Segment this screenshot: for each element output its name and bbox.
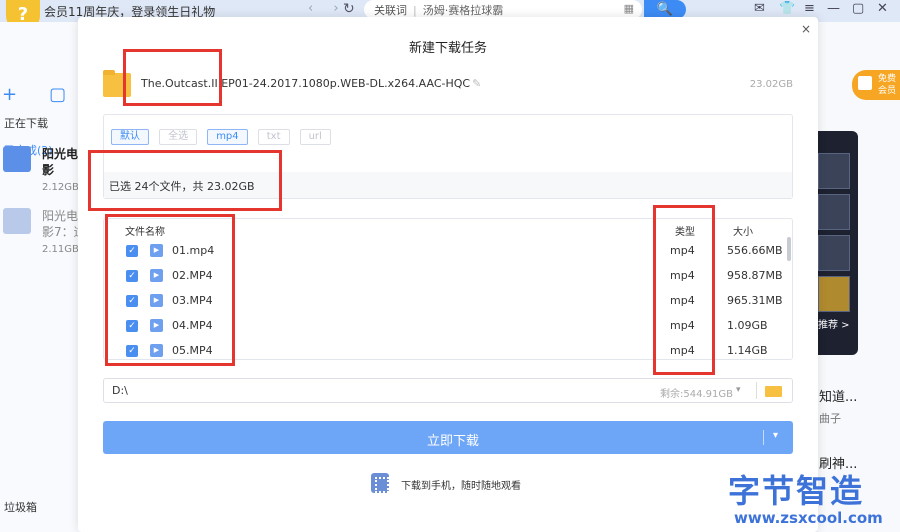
download-now-label: 立即下载	[426, 434, 479, 449]
download-now-button[interactable]: 立即下载 ▾	[103, 421, 793, 454]
file-size: 1.14GB	[727, 344, 768, 357]
item-size: 2.11GB	[42, 244, 79, 255]
gift-icon	[858, 76, 872, 90]
thumbnail[interactable]	[818, 276, 850, 312]
total-size: 23.02GB	[749, 79, 793, 90]
thumbnail[interactable]	[818, 153, 850, 189]
file-size: 1.09GB	[727, 319, 768, 332]
filter-txt[interactable]: txt	[257, 129, 290, 145]
free-space: 剩余:544.91GB	[660, 389, 733, 400]
maximize-icon[interactable]: ▢	[852, 1, 864, 16]
search-icon: 🔍	[656, 2, 674, 17]
sidebar-item-trash[interactable]: 垃圾箱	[4, 499, 37, 515]
video-icon	[3, 208, 31, 234]
annotation-box-summary	[88, 150, 282, 211]
recommend-title[interactable]: 知道...	[819, 386, 857, 405]
thumbnail[interactable]	[818, 194, 850, 230]
search-query: 汤姆·赛格拉球霸	[422, 4, 504, 17]
phone-qr-icon[interactable]	[371, 473, 389, 493]
file-size: 958.87MB	[727, 269, 783, 282]
divider	[763, 430, 764, 445]
browse-folder-icon[interactable]	[765, 386, 782, 397]
filter-url[interactable]: url	[299, 129, 331, 145]
file-size: 965.31MB	[727, 294, 783, 307]
scrollbar[interactable]	[787, 237, 791, 261]
search-keyword-label: 关联词	[374, 4, 407, 17]
minimize-icon[interactable]: —	[827, 1, 840, 16]
watermark-url: www.zsxcool.com	[734, 509, 883, 527]
add-task-icon[interactable]: +	[2, 84, 17, 105]
edit-icon[interactable]: ✎	[472, 77, 481, 90]
filter-mp4[interactable]: mp4	[207, 129, 248, 145]
close-window-icon[interactable]: ✕	[877, 1, 888, 16]
annotation-box-type	[653, 205, 715, 375]
column-header-size[interactable]: 大小	[733, 223, 753, 238]
annotation-box-filenames	[105, 214, 235, 366]
mail-icon[interactable]: ✉	[754, 1, 765, 16]
filter-select-all[interactable]: 全选	[159, 129, 198, 145]
item-size: 2.12GB	[42, 182, 79, 193]
close-icon[interactable]: ×	[801, 22, 811, 36]
save-path-value: D:\	[112, 384, 128, 397]
document-icon[interactable]: ▢	[49, 84, 66, 105]
chevron-down-icon[interactable]: ▾	[736, 385, 741, 395]
skin-icon[interactable]: 👕	[779, 1, 795, 16]
sidebar-item-downloading[interactable]: 正在下载	[4, 115, 48, 131]
refresh-icon[interactable]: ↻	[343, 1, 355, 17]
menu-icon[interactable]: ≡	[804, 1, 815, 16]
recommend-subtitle: 曲子	[819, 412, 841, 425]
qr-icon[interactable]: ▦	[624, 2, 634, 15]
save-path-field[interactable]: D:\ 剩余:544.91GB ▾	[103, 378, 793, 403]
filter-bar: 默认 全选 mp4 txt url	[111, 124, 336, 145]
list-item[interactable]: 阳光电影7：逆战 2.11GB	[3, 208, 87, 258]
left-sidebar: +▢ 正在下载 已完成(2) 阳光电影下.BD. 2.12GB 阳光电影7：逆战…	[0, 22, 88, 532]
filter-default[interactable]: 默认	[111, 129, 149, 145]
nav-arrows-icon[interactable]: ‹ ›	[308, 1, 347, 16]
video-icon	[3, 146, 31, 172]
movie-poster[interactable]: 推荐 >	[818, 131, 858, 355]
list-item[interactable]: 阳光电影下.BD. 2.12GB	[3, 146, 87, 196]
more-link[interactable]: 推荐 >	[818, 316, 850, 331]
file-size: 556.66MB	[727, 244, 783, 257]
vip-badge-text: 免费 会员	[878, 74, 897, 96]
watermark-logo: 字节智造	[728, 472, 865, 510]
download-to-phone-link[interactable]: 下载到手机，随时随地观看	[401, 477, 521, 492]
divider	[756, 382, 757, 399]
download-options-chevron-icon[interactable]: ▾	[773, 430, 778, 441]
annotation-box-filename	[123, 49, 222, 106]
vip-badge[interactable]: 免费 会员	[852, 70, 900, 100]
thumbnail[interactable]	[818, 235, 850, 271]
